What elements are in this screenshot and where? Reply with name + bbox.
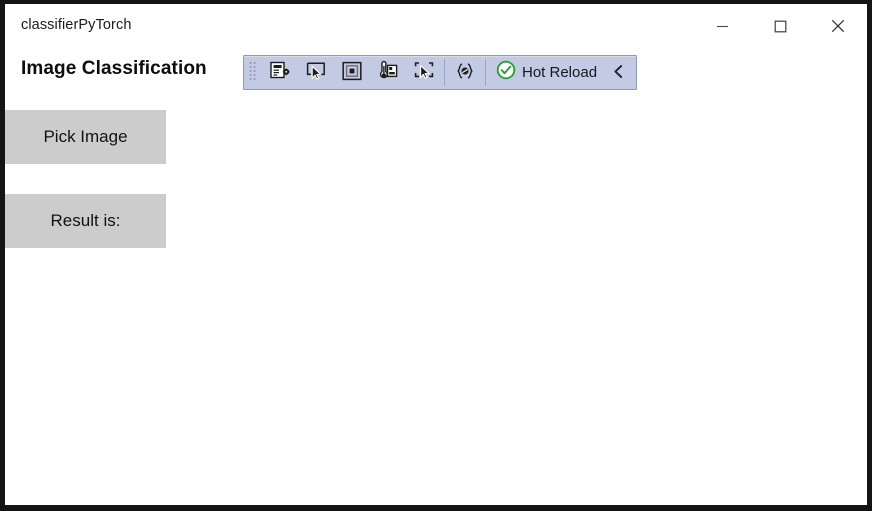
xaml-braces-icon [454,60,476,85]
window-client-area: classifierPyTorch Image Classification H… [5,4,867,505]
content-area: Pick Image Result is: [5,100,867,505]
toolbar-button-live-visual-tree[interactable] [262,56,298,89]
xaml-hot-reload-toolbar[interactable]: Hot Reload [243,55,637,90]
toolbar-button-track-focused-element[interactable] [370,56,406,89]
toolbar-collapse-button[interactable] [603,56,633,89]
maximize-button[interactable] [751,4,809,48]
live-visual-tree-icon [269,60,291,85]
result-label-button[interactable]: Result is: [5,194,166,248]
toolbar-button-layout-adorners[interactable] [334,56,370,89]
application-window: classifierPyTorch Image Classification H… [0,0,872,511]
show-in-tree-icon [413,60,435,85]
pick-image-button-label: Pick Image [43,127,128,146]
pick-image-button[interactable]: Pick Image [5,110,166,164]
toolbar-button-select-element[interactable] [298,56,334,89]
select-element-icon [305,60,327,85]
toolbar-button-xaml-hot-reload[interactable] [447,56,483,89]
drag-grip-icon[interactable] [244,56,262,89]
title-bar[interactable]: classifierPyTorch [5,4,867,50]
check-circle-icon [496,60,516,85]
maximize-icon [774,20,787,33]
window-title: classifierPyTorch [21,17,132,33]
close-icon [831,19,845,33]
page-title: Image Classification [21,58,207,79]
window-controls [693,4,867,48]
minimize-button[interactable] [693,4,751,48]
toolbar-separator-2 [485,59,486,86]
track-focus-icon [377,60,399,85]
toolbar-button-show-in-live-visual-tree[interactable] [406,56,442,89]
hot-reload-status[interactable]: Hot Reload [488,56,603,89]
layout-adorner-icon [341,60,363,85]
close-button[interactable] [809,4,867,48]
toolbar-separator-1 [444,59,445,86]
hot-reload-label: Hot Reload [522,64,598,81]
result-label-button-label: Result is: [50,211,121,230]
minimize-icon [716,20,729,33]
chevron-left-icon [612,64,625,82]
